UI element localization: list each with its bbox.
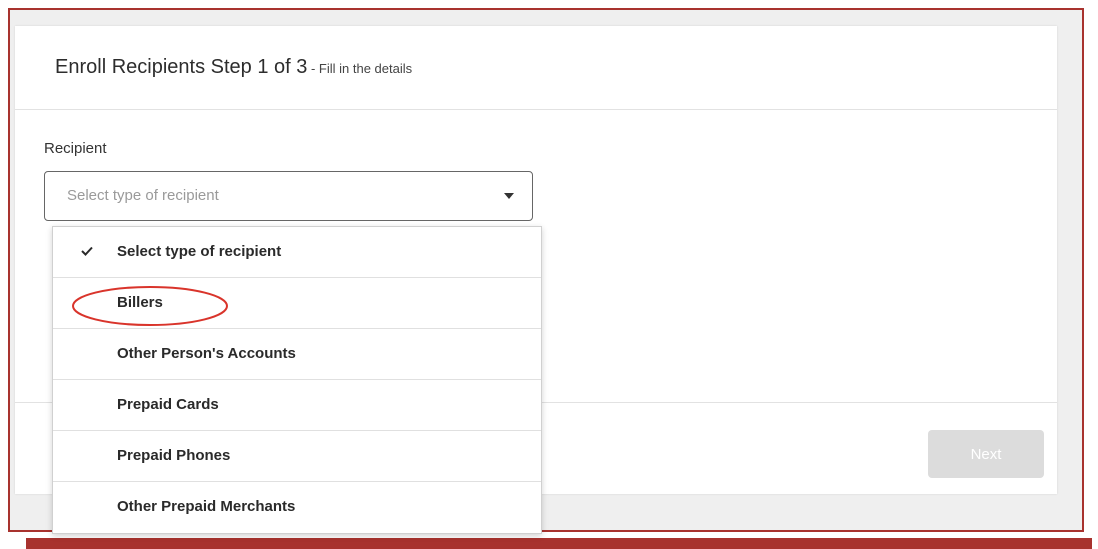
card-header: Enroll Recipients Step 1 of 3 - Fill in … <box>15 26 1057 110</box>
option-prepaid-cards[interactable]: Prepaid Cards <box>53 380 541 431</box>
option-label: Prepaid Phones <box>117 447 231 464</box>
option-label: Other Prepaid Merchants <box>117 498 296 515</box>
title-subtitle: - Fill in the details <box>307 61 413 76</box>
option-label: Select type of recipient <box>117 243 282 260</box>
option-select-type[interactable]: Select type of recipient <box>53 227 541 278</box>
title-text: Enroll Recipients Step 1 of 3 <box>55 56 308 78</box>
option-other-prepaid-merchants[interactable]: Other Prepaid Merchants <box>53 482 541 533</box>
recipient-label: Recipient <box>44 140 107 157</box>
option-label: Billers <box>117 294 163 311</box>
option-label: Other Person's Accounts <box>117 345 296 362</box>
option-label: Prepaid Cards <box>117 396 219 413</box>
recipient-dropdown-menu: Select type of recipient Billers Other P… <box>52 226 542 534</box>
caret-down-icon <box>504 193 514 199</box>
frame-bottom-bar <box>26 538 1092 549</box>
option-other-persons-accounts[interactable]: Other Person's Accounts <box>53 329 541 380</box>
recipient-select[interactable]: Select type of recipient <box>44 171 533 221</box>
check-icon <box>81 246 93 256</box>
page-title: Enroll Recipients Step 1 of 3 - Fill in … <box>55 56 412 79</box>
option-billers[interactable]: Billers <box>53 278 541 329</box>
option-prepaid-phones[interactable]: Prepaid Phones <box>53 431 541 482</box>
recipient-select-placeholder: Select type of recipient <box>67 187 219 204</box>
next-button[interactable]: Next <box>928 430 1044 478</box>
